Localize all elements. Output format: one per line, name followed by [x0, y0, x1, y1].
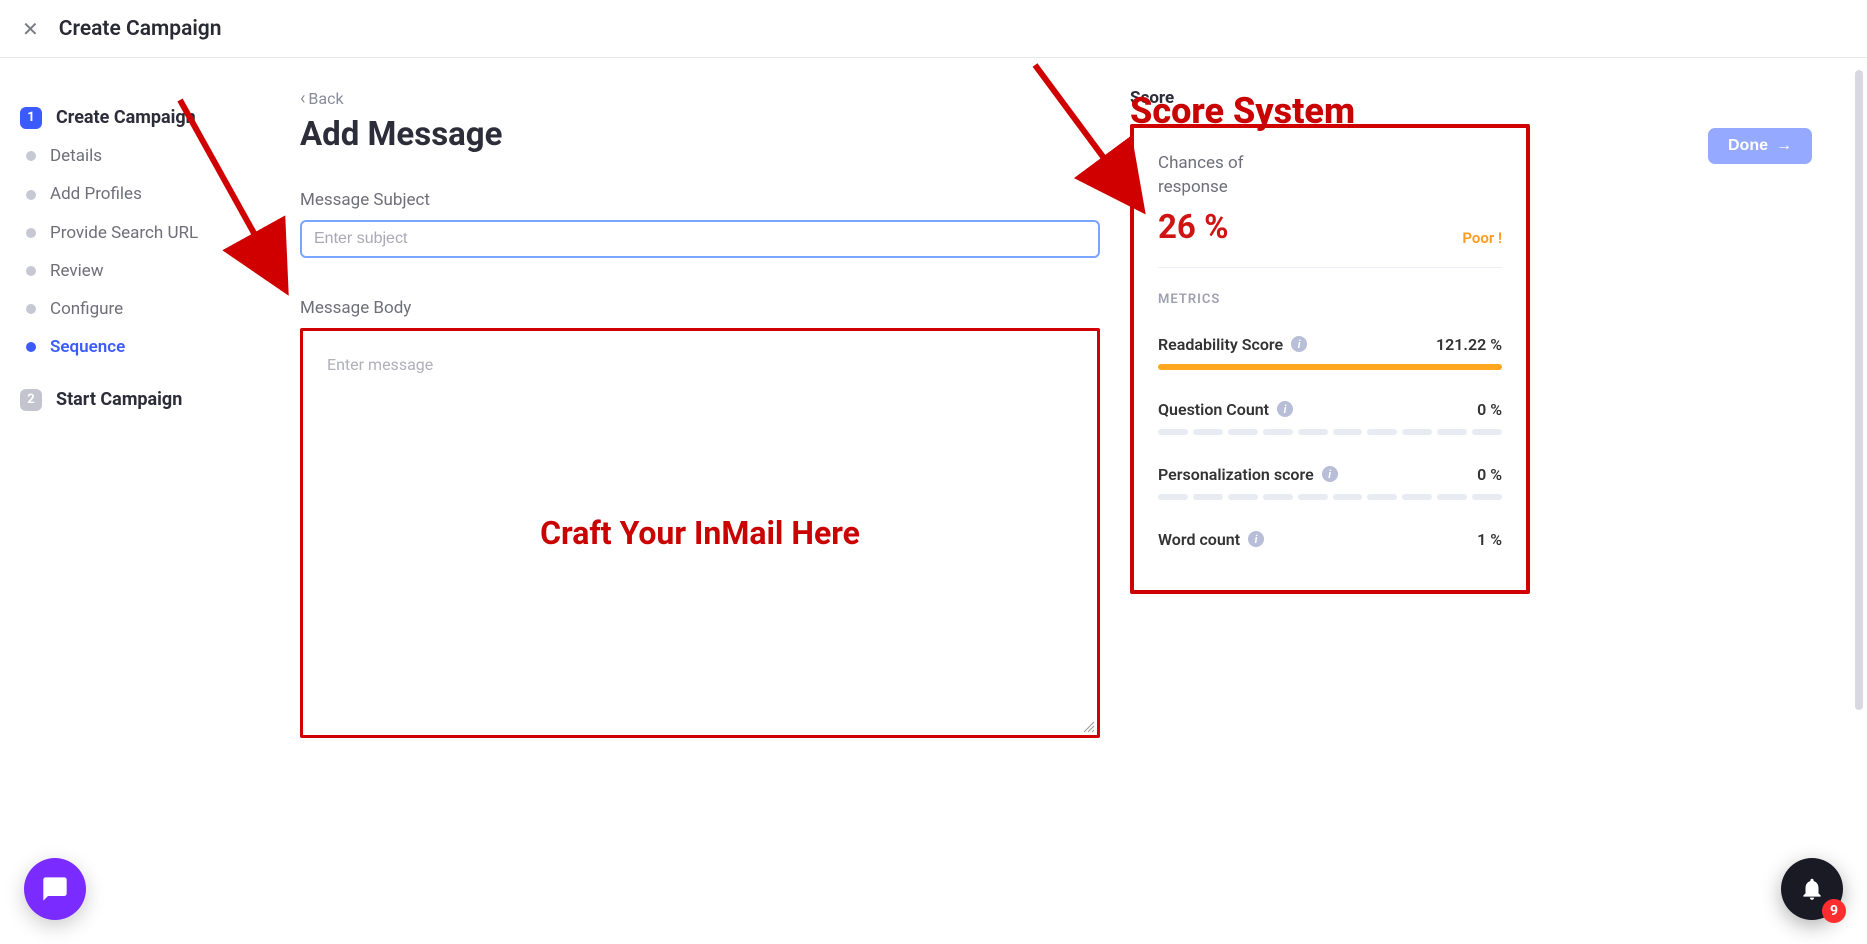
- arrow-right-icon: →: [1776, 137, 1792, 155]
- metric-readability: Readability Score i 121.22 %: [1158, 335, 1502, 370]
- metric-value: 0 %: [1477, 465, 1502, 484]
- done-label: Done: [1728, 137, 1768, 155]
- sidebar-item-review[interactable]: Review: [16, 252, 290, 290]
- chat-widget-button[interactable]: [24, 858, 86, 920]
- metric-value: 1 %: [1477, 530, 1502, 549]
- metric-personalization: Personalization score i 0 %: [1158, 465, 1502, 500]
- subject-label: Message Subject: [300, 190, 1100, 210]
- score-card: Chances of response 26 % Poor ! METRICS …: [1130, 124, 1530, 594]
- info-icon[interactable]: i: [1248, 531, 1264, 547]
- info-icon[interactable]: i: [1291, 336, 1307, 352]
- header-title: Create Campaign: [59, 17, 222, 41]
- info-icon[interactable]: i: [1277, 401, 1293, 417]
- rating-badge: Poor !: [1462, 229, 1502, 247]
- step-number-badge: 1: [20, 107, 42, 129]
- step-number-badge: 2: [20, 389, 42, 411]
- step-dot: [26, 266, 36, 276]
- step-dot: [26, 190, 36, 200]
- step-dot: [26, 304, 36, 314]
- metrics-heading: METRICS: [1158, 292, 1502, 307]
- metric-value: 0 %: [1477, 400, 1502, 419]
- sidebar-item-sequence[interactable]: Sequence: [16, 328, 290, 366]
- step-label: Create Campaign: [56, 106, 196, 129]
- metric-bar: [1158, 364, 1502, 370]
- annotation-craft-inmail: Craft Your InMail Here: [540, 514, 860, 552]
- metric-word-count: Word count i 1 %: [1158, 530, 1502, 549]
- back-label: Back: [308, 89, 343, 108]
- done-button[interactable]: Done →: [1708, 128, 1812, 164]
- message-body-textarea[interactable]: Enter message Craft Your InMail Here: [300, 328, 1100, 738]
- body-label: Message Body: [300, 298, 1100, 318]
- chance-label: Chances of response: [1158, 152, 1278, 200]
- sidebar-item-label: Sequence: [50, 336, 125, 358]
- metric-bar: [1158, 429, 1502, 435]
- sidebar-item-add-profiles[interactable]: Add Profiles: [16, 175, 290, 213]
- bell-icon: [1799, 876, 1825, 902]
- chevron-left-icon: ‹: [300, 88, 305, 109]
- sidebar-step-create-campaign[interactable]: 1 Create Campaign: [16, 98, 290, 137]
- metric-value: 121.22 %: [1436, 335, 1502, 354]
- subject-input[interactable]: [300, 220, 1100, 258]
- info-icon[interactable]: i: [1322, 466, 1338, 482]
- sidebar-item-label: Review: [50, 260, 104, 282]
- step-dot: [26, 342, 36, 352]
- resize-handle-icon[interactable]: [1081, 719, 1095, 733]
- sidebar-item-label: Add Profiles: [50, 183, 142, 205]
- sidebar-item-provide-search-url[interactable]: Provide Search URL: [16, 214, 290, 252]
- page-title: Add Message: [300, 115, 1100, 154]
- sidebar-item-details[interactable]: Details: [16, 137, 290, 175]
- metric-bar: [1158, 494, 1502, 500]
- score-heading: Score: [1130, 88, 1530, 108]
- metric-name: Readability Score: [1158, 335, 1283, 354]
- step-label: Start Campaign: [56, 388, 182, 411]
- sidebar-item-label: Configure: [50, 298, 123, 320]
- step-dot: [26, 151, 36, 161]
- sidebar: 1 Create Campaign Details Add Profiles P…: [0, 58, 290, 944]
- notifications-button[interactable]: 9: [1781, 858, 1843, 920]
- chat-icon: [41, 875, 69, 903]
- sidebar-item-configure[interactable]: Configure: [16, 290, 290, 328]
- back-link[interactable]: ‹ Back: [300, 88, 344, 109]
- sidebar-item-label: Provide Search URL: [50, 222, 198, 244]
- sidebar-item-label: Details: [50, 145, 102, 167]
- metric-name: Word count: [1158, 530, 1240, 549]
- scrollbar[interactable]: [1855, 70, 1863, 710]
- metric-question-count: Question Count i 0 %: [1158, 400, 1502, 435]
- metric-name: Question Count: [1158, 400, 1269, 419]
- chance-percent: 26 %: [1158, 208, 1228, 247]
- close-icon[interactable]: ✕: [22, 17, 39, 41]
- sidebar-step-start-campaign[interactable]: 2 Start Campaign: [16, 380, 290, 419]
- step-dot: [26, 228, 36, 238]
- body-placeholder: Enter message: [327, 355, 433, 374]
- notification-count-badge: 9: [1822, 899, 1846, 923]
- metric-name: Personalization score: [1158, 465, 1314, 484]
